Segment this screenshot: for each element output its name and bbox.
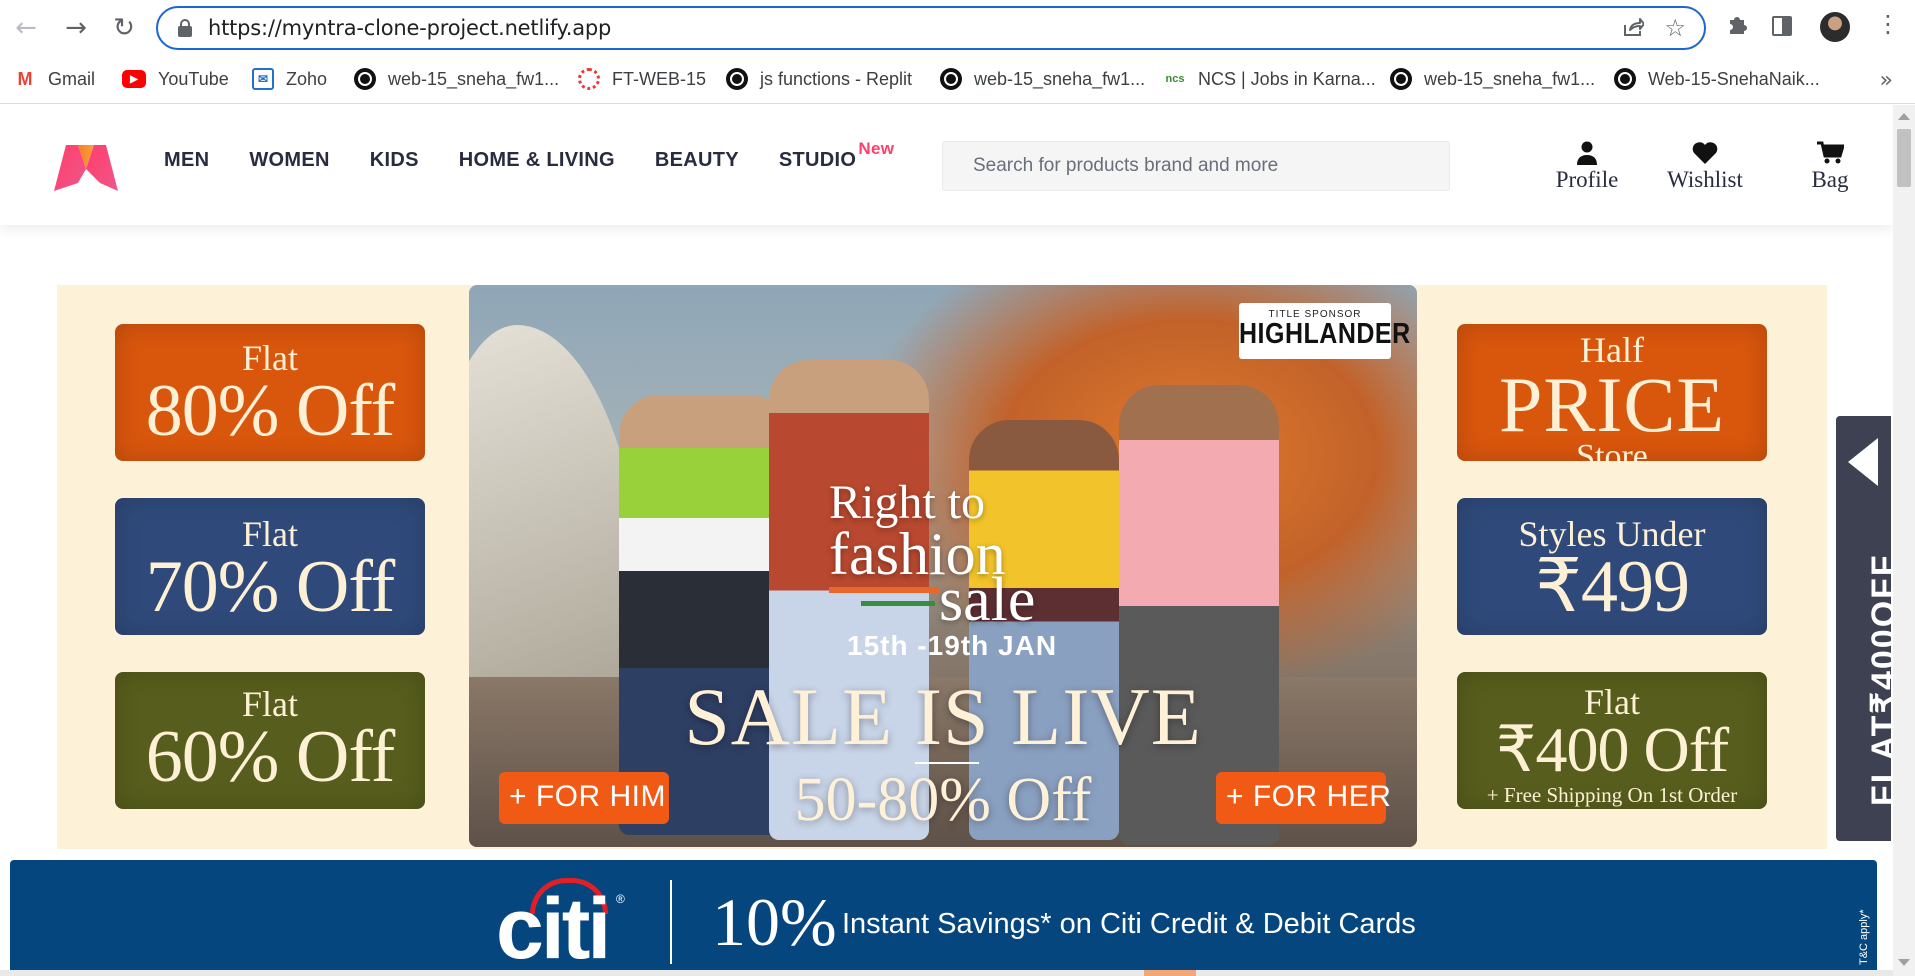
scrollbar-thumb[interactable] [1897, 129, 1911, 187]
lock-icon[interactable] [178, 19, 192, 37]
myntra-logo[interactable] [48, 139, 124, 195]
extensions-puzzle-icon[interactable] [1726, 14, 1748, 42]
replit-icon [1390, 68, 1412, 90]
scroll-up-arrow-icon[interactable] [1898, 113, 1910, 120]
tnc-note: T&C apply* [1858, 909, 1870, 965]
side-panel-icon[interactable] [1772, 16, 1792, 36]
expand-triangle-icon[interactable] [1848, 438, 1878, 486]
bookmark-replit-2[interactable]: web-15_sneha_fw1... [940, 66, 1145, 92]
youtube-icon: ▶ [122, 70, 146, 88]
profile-label: Profile [1555, 167, 1619, 192]
url-text[interactable]: https://myntra-clone-project.netlify.app [208, 16, 611, 40]
divider [670, 880, 672, 964]
page-viewport: MEN WOMEN KIDS HOME & LIVING BEAUTY STUD… [0, 105, 1893, 976]
flat-70-off-tile[interactable]: Flat 70% Off [115, 498, 425, 635]
citi-logo: citi [496, 881, 611, 976]
cart-icon [1817, 141, 1844, 164]
citi-offer-banner[interactable]: citi ® 10% Instant Savings* on Citi Cred… [10, 860, 1877, 976]
registered-mark: ® [616, 892, 625, 906]
bookmark-replit-4[interactable]: Web-15-SnehaNaik... [1614, 66, 1820, 92]
title-sponsor-badge: TITLE SPONSOR HIGHLANDER [1239, 303, 1410, 359]
scroll-down-arrow-icon[interactable] [1898, 959, 1910, 966]
browser-menu-icon[interactable]: ⋮ [1876, 10, 1900, 38]
wishlist-button[interactable]: Wishlist [1650, 141, 1760, 193]
browser-toolbar: ← → ↻ https://myntra-clone-project.netli… [0, 0, 1915, 56]
ncs-icon: ncs [1164, 68, 1186, 90]
nav-studio[interactable]: STUDIO New [778, 139, 894, 172]
share-icon[interactable] [1622, 17, 1645, 43]
styles-under-499-tile[interactable]: Styles Under ₹499 [1457, 498, 1767, 635]
site-header: MEN WOMEN KIDS HOME & LIVING BEAUTY STUD… [0, 105, 1893, 225]
bookmark-gmail[interactable]: M Gmail [14, 66, 95, 92]
sale-dates: 15th -19th JAN [847, 630, 1058, 661]
nav-home-living[interactable]: HOME & LIVING [459, 149, 615, 172]
bag-label: Bag [1811, 167, 1849, 192]
bookmark-ft-web-15[interactable]: FT-WEB-15 [578, 66, 706, 92]
back-arrow-icon[interactable]: ← [8, 10, 44, 46]
flat-400-off-tile[interactable]: Flat ₹400 Off + Free Shipping On 1st Ord… [1457, 672, 1767, 809]
citi-offer-text: Instant Savings* on Citi Credit & Debit … [842, 908, 1416, 940]
main-nav: MEN WOMEN KIDS HOME & LIVING BEAUTY STUD… [164, 139, 896, 172]
nav-men[interactable]: MEN [164, 149, 209, 172]
search-box [942, 141, 1450, 191]
nav-studio-label: STUDIO [778, 149, 857, 171]
side-tab-label: FLAT₹400OFF [1865, 553, 1893, 806]
reload-icon[interactable]: ↻ [106, 10, 142, 46]
new-badge: New [858, 139, 895, 158]
forward-arrow-icon[interactable]: → [58, 10, 94, 46]
ft-icon [578, 68, 600, 90]
divider [915, 762, 979, 764]
bookmark-zoho[interactable]: ✉ Zoho [252, 66, 327, 92]
half-price-store-tile[interactable]: Half PRICE Store [1457, 324, 1767, 461]
flat-400-off-side-tab[interactable]: FLAT₹400OFF [1836, 416, 1893, 841]
replit-icon [726, 68, 748, 90]
replit-icon [940, 68, 962, 90]
nav-beauty[interactable]: BEAUTY [655, 149, 739, 172]
address-bar[interactable]: https://myntra-clone-project.netlify.app… [156, 6, 1706, 50]
browser-profile-avatar[interactable] [1820, 12, 1850, 42]
hero-sale-image[interactable]: TITLE SPONSOR HIGHLANDER Right to fashio… [469, 285, 1417, 847]
bookmarks-overflow-icon[interactable]: » [1880, 68, 1893, 93]
bookmark-js-functions[interactable]: js functions - Replit [726, 66, 912, 92]
bookmark-youtube[interactable]: ▶ YouTube [122, 66, 229, 92]
gmail-icon: M [14, 68, 36, 90]
horizontal-scrollbar[interactable] [0, 970, 1893, 976]
wishlist-label: Wishlist [1667, 167, 1743, 192]
bookmark-star-icon[interactable]: ☆ [1664, 14, 1686, 42]
nav-women[interactable]: WOMEN [249, 149, 329, 172]
nav-kids[interactable]: KIDS [370, 149, 419, 172]
replit-icon [354, 68, 376, 90]
hero-title-line3: sale [939, 566, 1036, 634]
search-input[interactable] [943, 142, 1449, 190]
for-him-button[interactable]: + FOR HIM [499, 772, 669, 824]
tricolor-green-line [861, 601, 935, 606]
citi-percent: 10% [712, 884, 837, 960]
replit-icon [1614, 68, 1636, 90]
scrollbar-thumb[interactable] [1144, 970, 1196, 976]
page-scrollbar[interactable] [1893, 105, 1915, 976]
flat-80-off-tile[interactable]: Flat 80% Off [115, 324, 425, 461]
profile-icon [1577, 141, 1597, 165]
profile-button[interactable]: Profile [1532, 141, 1642, 193]
for-her-button[interactable]: + FOR HER [1216, 772, 1391, 824]
bookmark-replit-3[interactable]: web-15_sneha_fw1... [1390, 66, 1595, 92]
tricolor-saffron-line [829, 587, 939, 593]
bookmark-ncs[interactable]: ncs NCS | Jobs in Karna... [1164, 66, 1376, 92]
hero-title-line1: Right to [829, 476, 986, 529]
flat-60-off-tile[interactable]: Flat 60% Off [115, 672, 425, 809]
heart-icon [1692, 142, 1718, 164]
bag-button[interactable]: Bag [1800, 141, 1860, 193]
bookmarks-bar: M Gmail ▶ YouTube ✉ Zoho web-15_sneha_fw1..… [0, 56, 1915, 104]
zoho-icon: ✉ [252, 68, 274, 90]
bookmark-replit-1[interactable]: web-15_sneha_fw1... [354, 66, 559, 92]
sale-headline: SALE IS LIVE [684, 671, 1202, 762]
